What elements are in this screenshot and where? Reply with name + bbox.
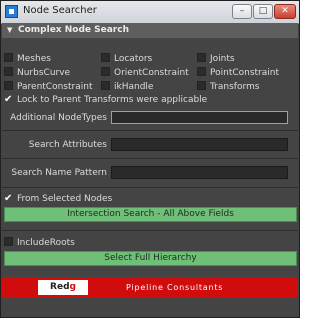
complex-node-search-header[interactable]: ▼ Complex Node Search bbox=[2, 23, 298, 38]
maximize-button[interactable]: □ bbox=[253, 4, 273, 19]
checkbox-box[interactable] bbox=[4, 237, 13, 246]
section-title: Complex Node Search bbox=[18, 25, 129, 35]
company-logo: Redg bbox=[38, 280, 88, 295]
banner-tagline: Pipeline Consultants bbox=[126, 283, 224, 292]
checkbox-box[interactable] bbox=[101, 81, 110, 90]
checkbox-box[interactable] bbox=[197, 67, 206, 76]
title-bar[interactable]: Node Searcher – □ ✕ bbox=[1, 1, 299, 24]
meshes-checkbox[interactable]: Meshes bbox=[4, 53, 51, 65]
nurbscurve-checkbox[interactable]: NurbsCurve bbox=[4, 67, 70, 79]
search-name-pattern-label: Search Name Pattern bbox=[11, 168, 107, 178]
parentconstraint-checkbox[interactable]: ParentConstraint bbox=[4, 81, 92, 93]
intersection-search-button[interactable]: Intersection Search - All Above Fields bbox=[4, 207, 297, 222]
divider bbox=[2, 130, 298, 131]
divider bbox=[2, 158, 298, 159]
joints-checkbox[interactable]: Joints bbox=[197, 53, 235, 65]
check-mark-icon[interactable]: ✔ bbox=[4, 95, 13, 105]
include-roots-checkbox[interactable]: IncludeRoots bbox=[4, 237, 75, 249]
checkbox-box[interactable] bbox=[197, 53, 206, 62]
collapse-triangle-icon[interactable]: ▼ bbox=[7, 23, 12, 38]
orientconstraint-checkbox[interactable]: OrientConstraint bbox=[101, 67, 189, 79]
checkbox-box[interactable] bbox=[4, 53, 13, 62]
from-selected-nodes-checkbox[interactable]: ✔ From Selected Nodes bbox=[4, 194, 112, 205]
close-button[interactable]: ✕ bbox=[274, 4, 296, 19]
app-icon bbox=[5, 5, 18, 18]
search-attributes-label: Search Attributes bbox=[28, 140, 107, 150]
checkbox-box[interactable] bbox=[4, 81, 13, 90]
select-full-hierarchy-button[interactable]: Select Full Hierarchy bbox=[4, 251, 297, 266]
checkbox-box[interactable] bbox=[197, 81, 206, 90]
window-title: Node Searcher bbox=[23, 5, 97, 16]
checkbox-box[interactable] bbox=[4, 67, 13, 76]
search-attributes-input[interactable] bbox=[112, 145, 287, 157]
search-name-pattern-input[interactable] bbox=[112, 173, 287, 185]
lock-parent-transforms-checkbox[interactable]: ✔ Lock to Parent Transforms were applicab… bbox=[4, 95, 207, 106]
additional-nodetypes-field[interactable] bbox=[111, 111, 288, 130]
locators-checkbox[interactable]: Locators bbox=[101, 53, 152, 65]
divider bbox=[2, 230, 298, 231]
additional-nodetypes-input[interactable] bbox=[112, 118, 287, 130]
search-name-pattern-field[interactable] bbox=[111, 166, 288, 185]
checkbox-box[interactable] bbox=[101, 53, 110, 62]
search-attributes-field[interactable] bbox=[111, 138, 288, 157]
divider bbox=[2, 187, 298, 188]
bottom-panel bbox=[2, 298, 298, 317]
transforms-checkbox[interactable]: Transforms bbox=[197, 81, 259, 93]
node-searcher-window: Node Searcher – □ ✕ ▼ Complex Node Searc… bbox=[0, 0, 300, 318]
ikhandle-checkbox[interactable]: ikHandle bbox=[101, 81, 153, 93]
pointconstraint-checkbox[interactable]: PointConstraint bbox=[197, 67, 279, 79]
additional-nodetypes-label: Additional NodeTypes bbox=[10, 113, 107, 123]
check-mark-icon[interactable]: ✔ bbox=[4, 194, 13, 204]
checkbox-box[interactable] bbox=[101, 67, 110, 76]
minimize-button[interactable]: – bbox=[232, 4, 252, 19]
